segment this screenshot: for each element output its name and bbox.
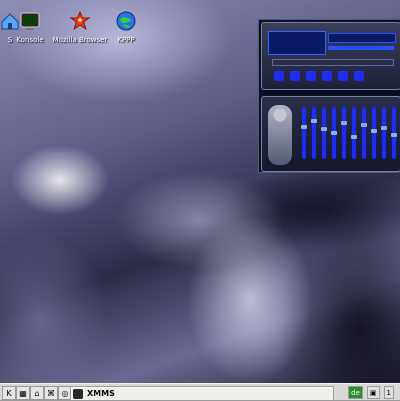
eject-icon[interactable] <box>354 71 364 81</box>
terminal-launcher-icon[interactable]: ⌘ <box>44 386 58 400</box>
xmms-control-strip <box>272 59 394 66</box>
show-desktop-icon[interactable]: ▦ <box>16 386 30 400</box>
xmms-equalizer[interactable] <box>261 96 400 172</box>
desktop-icon-label: KPPP <box>117 36 135 44</box>
eq-slider-knob[interactable] <box>301 125 307 129</box>
tray-flag: de <box>351 388 360 397</box>
stop-icon[interactable] <box>322 71 332 81</box>
xmms-task-icon <box>73 388 83 399</box>
taskbar-task-xmms[interactable]: XMMS <box>70 386 334 401</box>
mozilla-icon <box>69 10 91 32</box>
task-label: XMMS <box>87 389 115 398</box>
terminal-icon <box>19 10 41 32</box>
keyboard-layout-indicator[interactable]: de <box>348 386 363 399</box>
eq-slider[interactable] <box>342 107 346 159</box>
desktop-icon-kppp[interactable]: KPPP <box>96 10 156 44</box>
prev-icon[interactable] <box>274 71 284 81</box>
play-icon[interactable] <box>290 71 300 81</box>
eq-slider-knob[interactable] <box>311 119 317 123</box>
eq-slider[interactable] <box>362 107 366 159</box>
system-tray: de ▣ 1 <box>348 386 400 399</box>
eq-slider-knob[interactable] <box>371 129 377 133</box>
eq-slider[interactable] <box>382 107 386 159</box>
home-icon[interactable]: ⌂ <box>30 386 44 400</box>
xmms-window[interactable] <box>258 19 400 173</box>
eq-slider[interactable] <box>312 107 316 159</box>
xmms-title-scroller <box>328 33 396 43</box>
taskbar: K ▦ ⌂ ⌘ ◎ XMMS de ▣ 1 <box>0 383 400 401</box>
xmms-time-display <box>268 31 326 55</box>
xmms-seek-bar[interactable] <box>328 46 394 50</box>
desktop-wallpaper: S Konsole Mozilla Browser KPPP <box>0 0 400 383</box>
klipper-icon[interactable]: ▣ <box>366 386 380 399</box>
eq-slider-knob[interactable] <box>331 131 337 135</box>
globe-icon <box>115 10 137 32</box>
next-icon[interactable] <box>338 71 348 81</box>
clock-text: 1 <box>386 388 391 397</box>
eq-slider[interactable] <box>302 107 306 159</box>
xmms-main-panel[interactable] <box>261 22 400 90</box>
eq-slider-knob[interactable] <box>341 121 347 125</box>
chrome-figure-decoration <box>268 105 292 165</box>
pause-icon[interactable] <box>306 71 316 81</box>
eq-slider-knob[interactable] <box>321 127 327 131</box>
clock[interactable]: 1 <box>383 386 394 399</box>
eq-slider-knob[interactable] <box>381 126 387 130</box>
eq-slider[interactable] <box>372 107 376 159</box>
eq-slider-knob[interactable] <box>351 135 357 139</box>
eq-slider[interactable] <box>352 107 356 159</box>
kmenu-icon[interactable]: K <box>2 386 16 400</box>
eq-slider[interactable] <box>322 107 326 159</box>
eq-slider-knob[interactable] <box>361 123 367 127</box>
eq-slider-knob[interactable] <box>391 133 397 137</box>
